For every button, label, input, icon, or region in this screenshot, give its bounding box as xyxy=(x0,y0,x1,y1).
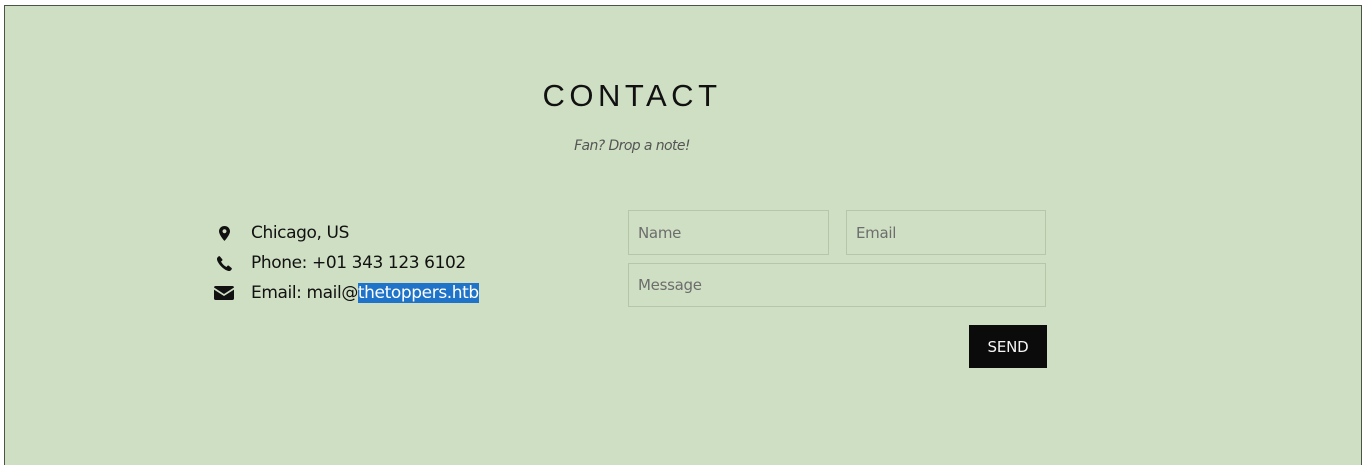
section-title: CONTACT xyxy=(542,78,722,113)
contact-info: Chicago, US Phone: +01 343 123 6102 Emai… xyxy=(209,218,479,308)
email-prefix: Email: mail@ xyxy=(251,283,358,303)
message-placeholder: Message xyxy=(638,276,702,294)
email-input[interactable]: Email xyxy=(846,210,1046,255)
contact-section: CONTACT Fan? Drop a note! Chicago, US Ph… xyxy=(4,5,1362,465)
message-input[interactable]: Message xyxy=(628,263,1046,307)
name-input[interactable]: Name xyxy=(628,210,829,255)
section-subtitle: Fan? Drop a note! xyxy=(574,138,690,154)
location-text: Chicago, US xyxy=(251,223,349,243)
phone-row: Phone: +01 343 123 6102 xyxy=(209,248,479,278)
phone-text: Phone: +01 343 123 6102 xyxy=(251,253,466,273)
name-placeholder: Name xyxy=(638,223,682,242)
email-placeholder: Email xyxy=(856,223,897,242)
location-row: Chicago, US xyxy=(209,218,479,248)
map-marker-icon xyxy=(209,225,239,241)
send-button[interactable]: SEND xyxy=(969,325,1047,368)
phone-icon xyxy=(209,255,239,271)
email-row: Email: mail@thetoppers.htb xyxy=(209,278,479,308)
email-text[interactable]: Email: mail@thetoppers.htb xyxy=(251,283,479,303)
envelope-icon xyxy=(209,286,239,300)
selected-domain-text: thetoppers.htb xyxy=(357,283,479,303)
